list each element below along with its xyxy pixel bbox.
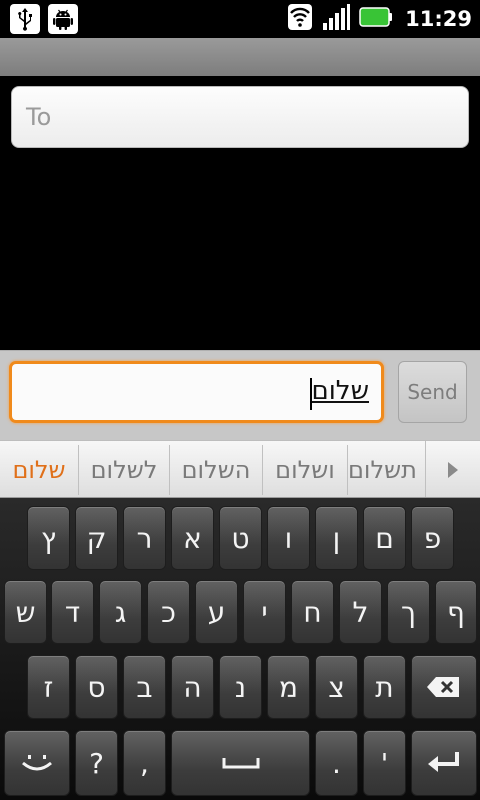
key[interactable]: ד: [51, 580, 94, 644]
suggestion-item[interactable]: שלום: [0, 441, 78, 497]
space-icon: [222, 758, 259, 769]
key[interactable]: נ: [219, 655, 262, 719]
message-input[interactable]: שלום: [9, 361, 384, 423]
key[interactable]: ,: [123, 730, 166, 796]
key[interactable]: ץ: [27, 506, 70, 570]
key[interactable]: ה: [171, 655, 214, 719]
suggestion-item[interactable]: תשלום: [348, 441, 425, 497]
key[interactable]: ך: [387, 580, 430, 644]
key[interactable]: ק: [75, 506, 118, 570]
enter-icon: [428, 752, 459, 772]
suggestion-item[interactable]: לשלום: [79, 441, 169, 497]
smiley-key[interactable]: [4, 730, 70, 796]
key[interactable]: ?: [75, 730, 118, 796]
key[interactable]: ן: [315, 506, 358, 570]
play-arrow-icon: [448, 462, 458, 478]
text-cursor: [310, 378, 312, 410]
key[interactable]: צ: [315, 655, 358, 719]
key[interactable]: ל: [339, 580, 382, 644]
backspace-icon: [427, 677, 459, 697]
suggestion-item[interactable]: ושלום: [263, 441, 347, 497]
key[interactable]: כ: [147, 580, 190, 644]
recipient-placeholder: To: [26, 103, 52, 131]
key[interactable]: א: [171, 506, 214, 570]
delete-key[interactable]: [411, 655, 477, 719]
key[interactable]: ס: [75, 655, 118, 719]
suggestion-item[interactable]: השלום: [170, 441, 262, 497]
more-suggestions-button[interactable]: [425, 441, 480, 497]
message-text: שלום: [311, 376, 369, 406]
send-button[interactable]: Send: [398, 361, 467, 423]
wifi-icon: [287, 3, 313, 35]
key[interactable]: ג: [99, 580, 142, 644]
key[interactable]: ': [363, 730, 406, 796]
key[interactable]: ף: [435, 580, 477, 644]
signal-icon: [321, 3, 351, 35]
suggestion-strip: שלום לשלום השלום ושלום תשלום: [0, 440, 480, 498]
key[interactable]: י: [243, 580, 286, 644]
key[interactable]: ב: [123, 655, 166, 719]
key[interactable]: מ: [267, 655, 310, 719]
soft-keyboard: ץ ק ר א ט ו ן ם פ ש ד ג כ ע י ח ל ך ף ז …: [0, 498, 480, 800]
compose-bar: שלום Send: [0, 350, 480, 440]
key[interactable]: ז: [27, 655, 70, 719]
title-bar: [0, 38, 480, 76]
key[interactable]: ר: [123, 506, 166, 570]
android-debug-icon: [48, 4, 78, 34]
smiley-icon: [22, 755, 52, 771]
key[interactable]: ע: [195, 580, 238, 644]
notification-icons: [10, 4, 78, 34]
key[interactable]: ם: [363, 506, 406, 570]
key[interactable]: ט: [219, 506, 262, 570]
system-icons: 11:29: [287, 4, 472, 34]
enter-key[interactable]: [411, 730, 477, 796]
status-bar: 11:29: [0, 0, 480, 38]
key[interactable]: פ: [411, 506, 454, 570]
battery-icon: [359, 6, 393, 32]
space-key[interactable]: [171, 730, 310, 796]
key[interactable]: ש: [4, 580, 47, 644]
key[interactable]: .: [315, 730, 358, 796]
usb-icon: [10, 4, 40, 34]
recipient-field[interactable]: To: [11, 86, 469, 148]
clock: 11:29: [405, 7, 472, 31]
key[interactable]: ח: [291, 580, 334, 644]
key[interactable]: ו: [267, 506, 310, 570]
key[interactable]: ת: [363, 655, 406, 719]
